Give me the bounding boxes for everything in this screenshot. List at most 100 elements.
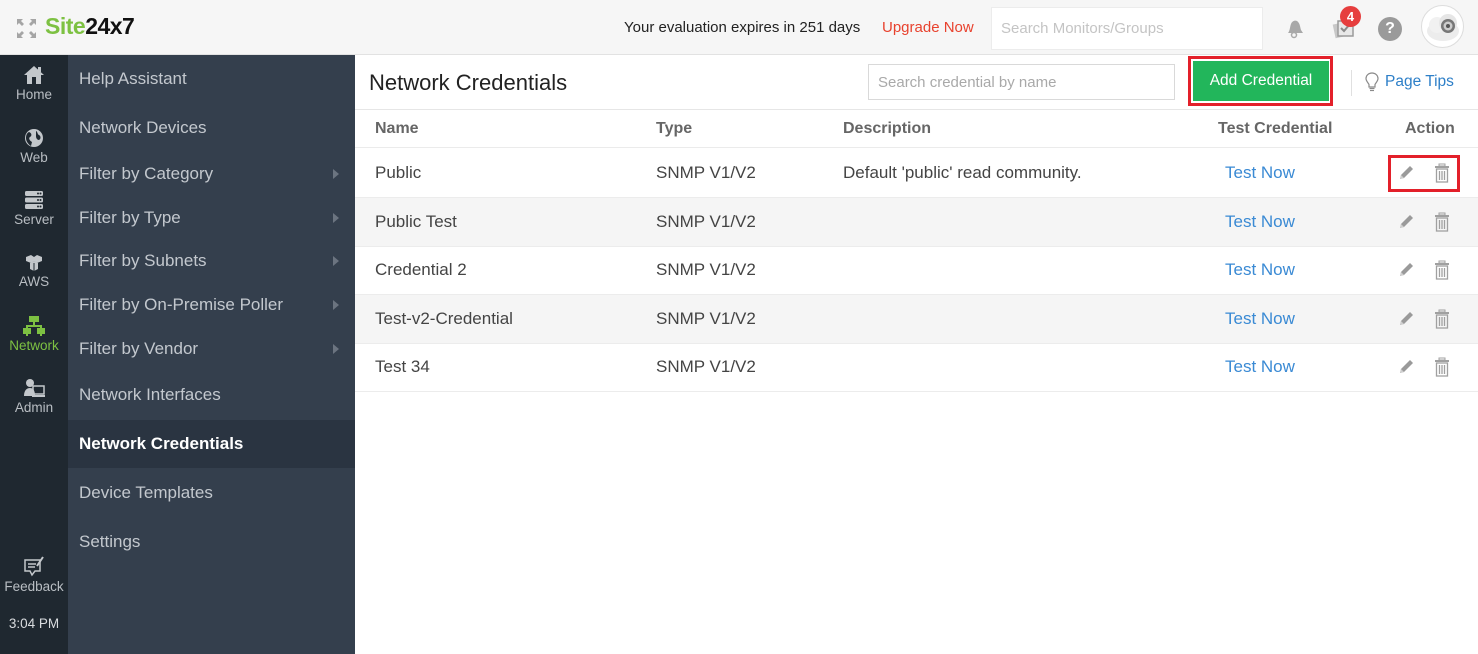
page-title: Network Credentials — [369, 70, 568, 95]
subnav-item-network-credentials[interactable]: Network Credentials — [68, 420, 355, 468]
table-row[interactable]: Public SNMP V1/V2 Default 'public' read co… — [355, 149, 1478, 198]
rail-label: Server — [14, 212, 54, 227]
column-header-name[interactable]: Name — [375, 120, 419, 138]
credential-search-input[interactable] — [868, 64, 1175, 100]
subnav-label: Network Credentials — [79, 434, 244, 453]
site24x7-logo[interactable]: Site24x7 — [45, 13, 135, 40]
primary-nav-rail: Home Web Server AWS Network Admin Feedba… — [0, 55, 68, 654]
subnav-label: Help Assistant — [79, 69, 187, 88]
current-time: 3:04 PM — [8, 616, 60, 631]
submenu-arrow-icon — [333, 169, 339, 179]
credential-description: Default 'public' read community. — [843, 163, 1082, 182]
submenu-arrow-icon — [333, 300, 339, 310]
delete-icon[interactable] — [1434, 260, 1452, 280]
edit-icon[interactable] — [1397, 358, 1415, 378]
home-icon — [24, 66, 44, 84]
rail-item-admin[interactable]: Admin — [0, 378, 68, 415]
page-tips-link[interactable]: Page Tips — [1365, 72, 1454, 92]
credential-type: SNMP V1/V2 — [656, 357, 756, 376]
credential-type: SNMP V1/V2 — [656, 260, 756, 279]
admin-icon — [24, 379, 45, 397]
subnav-item-network-devices[interactable]: Network Devices — [68, 104, 355, 152]
credential-name: Public — [375, 163, 422, 182]
rail-item-server[interactable]: Server — [0, 190, 68, 227]
upgrade-now-link[interactable]: Upgrade Now — [882, 19, 974, 36]
divider — [1351, 70, 1352, 96]
add-credential-button[interactable]: Add Credential — [1193, 61, 1329, 101]
subnav-label: Network Interfaces — [79, 385, 221, 404]
submenu-arrow-icon — [333, 344, 339, 354]
subnav-item-device-templates[interactable]: Device Templates — [68, 469, 355, 517]
subnav-label: Filter by On-Premise Poller — [79, 295, 284, 314]
subnav-item-filter-by-poller[interactable]: Filter by On-Premise Poller — [68, 281, 355, 329]
network-subnav: Help Assistant Network Devices Filter by… — [68, 55, 355, 654]
test-now-link[interactable]: Test Now — [1225, 260, 1295, 280]
feedback-label: Feedback — [4, 579, 64, 594]
delete-icon[interactable] — [1434, 212, 1452, 232]
test-now-link[interactable]: Test Now — [1225, 309, 1295, 329]
rail-label: AWS — [18, 274, 50, 289]
subnav-item-filter-by-category[interactable]: Filter by Category — [68, 150, 355, 198]
rail-item-web[interactable]: Web — [0, 128, 68, 165]
column-header-description[interactable]: Description — [843, 120, 931, 138]
page-tips-label: Page Tips — [1385, 73, 1454, 90]
credential-name: Public Test — [375, 211, 457, 231]
subnav-label: Settings — [79, 532, 141, 551]
subnav-label: Network Devices — [79, 118, 207, 137]
delete-icon[interactable] — [1434, 309, 1452, 329]
credential-name: Test 34 — [375, 357, 430, 376]
subnav-item-filter-by-type[interactable]: Filter by Type — [68, 194, 355, 242]
rail-item-aws[interactable]: AWS — [0, 254, 68, 289]
help-icon[interactable]: ? — [1378, 17, 1402, 41]
rail-item-home[interactable]: Home — [0, 65, 68, 102]
subnav-label: Device Templates — [79, 483, 213, 502]
feedback-icon — [24, 556, 44, 577]
logo-site-text: Site — [45, 13, 86, 39]
test-now-link[interactable]: Test Now — [1225, 163, 1295, 183]
subnav-label: Filter by Subnets — [79, 251, 207, 270]
edit-icon[interactable] — [1397, 213, 1415, 233]
aws-icon — [26, 255, 42, 271]
subnav-label: Filter by Type — [79, 208, 181, 227]
bell-icon[interactable] — [1283, 16, 1307, 40]
lightbulb-icon — [1365, 72, 1379, 92]
expand-icon[interactable] — [17, 19, 36, 38]
table-row[interactable]: Public Test SNMP V1/V2 Test Now — [355, 197, 1478, 247]
credential-name: Test-v2-Credential — [375, 308, 513, 328]
rail-label: Network — [9, 338, 59, 353]
table-row[interactable]: Test-v2-Credential SNMP V1/V2 Test Now — [355, 294, 1478, 344]
avatar-image-icon — [1427, 14, 1459, 41]
delete-icon[interactable] — [1434, 357, 1452, 377]
server-icon — [25, 191, 43, 209]
test-now-link[interactable]: Test Now — [1225, 212, 1295, 232]
rail-label: Admin — [14, 400, 54, 415]
alarm-count-badge: 4 — [1340, 6, 1361, 27]
main-content: Network Credentials Add Credential Page … — [355, 55, 1478, 654]
subnav-item-filter-by-vendor[interactable]: Filter by Vendor — [68, 325, 355, 373]
subnav-item-help-assistant[interactable]: Help Assistant — [68, 55, 355, 103]
subnav-item-settings[interactable]: Settings — [68, 518, 355, 566]
column-header-action: Action — [1405, 120, 1455, 137]
top-header: Site24x7 Your evaluation expires in 251 … — [0, 0, 1478, 55]
globe-icon — [25, 129, 43, 147]
feedback-button[interactable]: Feedback — [0, 555, 68, 594]
column-header-test-credential: Test Credential — [1218, 120, 1333, 137]
rail-item-network[interactable]: Network — [0, 316, 68, 353]
edit-icon[interactable] — [1397, 310, 1415, 330]
test-now-link[interactable]: Test Now — [1225, 357, 1295, 377]
action-icons-highlight — [1388, 155, 1460, 192]
table-row[interactable]: Test 34 SNMP V1/V2 Test Now — [355, 343, 1478, 392]
submenu-arrow-icon — [333, 256, 339, 266]
edit-icon[interactable] — [1397, 261, 1415, 281]
user-avatar[interactable] — [1421, 5, 1464, 48]
rail-label: Web — [20, 150, 48, 165]
column-header-type[interactable]: Type — [656, 120, 692, 138]
table-row[interactable]: Credential 2 SNMP V1/V2 Test Now — [355, 246, 1478, 295]
rail-label: Home — [15, 87, 52, 102]
monitor-search-input[interactable] — [991, 7, 1263, 50]
evaluation-status: Your evaluation expires in 251 days — [624, 19, 861, 36]
submenu-arrow-icon — [333, 213, 339, 223]
credential-name: Credential 2 — [375, 260, 467, 279]
subnav-item-network-interfaces[interactable]: Network Interfaces — [68, 371, 355, 419]
subnav-item-filter-by-subnets[interactable]: Filter by Subnets — [68, 237, 355, 285]
